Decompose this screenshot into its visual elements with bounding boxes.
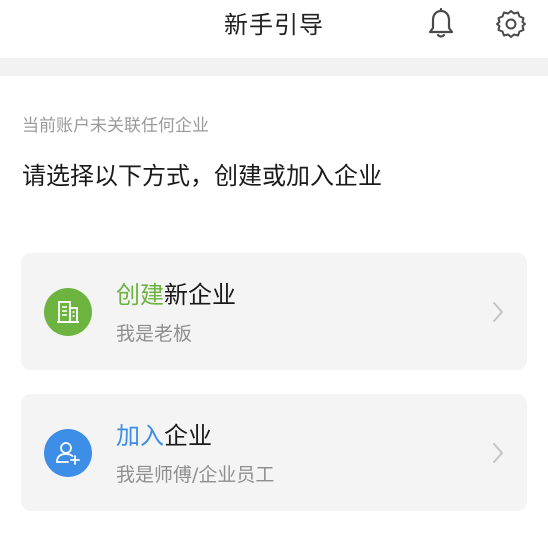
create-company-description: 我是老板 [116,323,193,345]
join-company-description: 我是师傅/企业员工 [116,464,275,486]
join-icon-badge [44,429,92,477]
no-company-notice: 当前账户未关联任何企业 [22,116,209,136]
settings-button[interactable] [493,6,529,42]
create-title-accent: 创建 [116,281,164,309]
chevron-right-icon [493,302,503,322]
create-company-card[interactable]: 创建新企业 我是老板 [21,253,527,370]
page-title: 新手引导 [224,11,324,39]
add-user-icon [56,442,80,465]
header-divider [0,58,548,76]
create-title-rest: 新企业 [164,281,236,309]
instruction-headline: 请选择以下方式，创建或加入企业 [22,162,382,190]
create-company-title: 创建新企业 [116,278,236,312]
onboarding-screen: 新手引导 当前账户未关联任何企业 请选择以下方式，创建或加入企业 创建新企业 我… [0,0,548,545]
join-company-title: 加入企业 [116,419,212,453]
notification-button[interactable] [423,6,459,42]
header-bar: 新手引导 [0,0,548,58]
join-title-accent: 加入 [116,422,164,450]
join-title-rest: 企业 [164,422,212,450]
building-icon [57,301,79,323]
chevron-right-icon [493,443,503,463]
join-company-card[interactable]: 加入企业 我是师傅/企业员工 [21,394,527,511]
create-icon-badge [44,288,92,336]
bell-icon [428,8,454,38]
gear-icon [496,10,526,38]
